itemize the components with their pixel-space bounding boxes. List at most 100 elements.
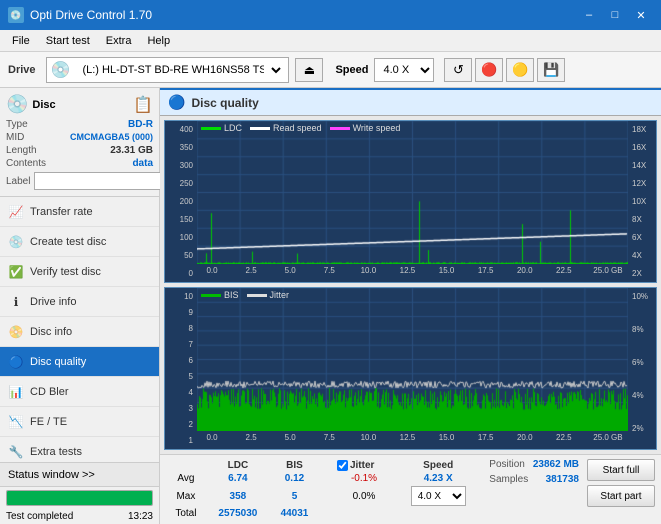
jitter-legend-label: Jitter (270, 290, 290, 300)
disc-type-row: Type BD-R (6, 119, 153, 130)
disc-length-label: Length (6, 145, 37, 156)
readspeed-legend-label: Read speed (273, 123, 322, 133)
disc-copy-icon[interactable]: 📋 (133, 95, 153, 115)
total-label: Total (166, 507, 206, 520)
disc-mid-label: MID (6, 132, 24, 143)
bottom-stats: LDC BIS Jitter Speed (160, 454, 661, 524)
ldc-chart: 400 350 300 250 200 150 100 50 0 LDC (164, 120, 657, 283)
action-btn-1[interactable]: 🔴 (475, 58, 503, 82)
sidebar-item-cd-bler[interactable]: 📊 CD Bler (0, 377, 159, 407)
max-ldc: 358 (206, 485, 270, 507)
start-full-button[interactable]: Start full (587, 459, 655, 481)
disc-type-value: BD-R (128, 119, 153, 130)
drive-action-buttons: ↺ 🔴 🟡 💾 (444, 58, 565, 82)
create-test-disc-icon: 💿 (8, 234, 24, 250)
drive-label: Drive (8, 64, 36, 76)
extra-tests-icon: 🔧 (8, 444, 24, 460)
sidebar-item-transfer-rate[interactable]: 📈 Transfer rate (0, 197, 159, 227)
avg-bis: 0.12 (270, 472, 319, 485)
sidebar-item-label: Verify test disc (30, 266, 101, 278)
col-header-empty (166, 459, 206, 472)
max-bis: 5 (270, 485, 319, 507)
chart2-canvas (197, 288, 628, 431)
disc-length-value: 23.31 GB (110, 145, 153, 156)
ldc-legend-item: LDC (201, 123, 242, 133)
chart1-main: LDC Read speed Write speed 0.0 (197, 121, 628, 282)
col-header-bis: BIS (270, 459, 319, 472)
ldc-legend-label: LDC (224, 123, 242, 133)
jitter-legend-color (247, 294, 267, 297)
disc-label-text: Label (6, 176, 30, 187)
speed-selector[interactable]: 4.0 X 2.0 X 8.0 X (374, 58, 434, 82)
writespeed-legend-item: Write speed (330, 123, 401, 133)
sidebar-item-verify-test-disc[interactable]: ✅ Verify test disc (0, 257, 159, 287)
sidebar-item-disc-quality[interactable]: 🔵 Disc quality (0, 347, 159, 377)
menu-extra[interactable]: Extra (98, 33, 140, 49)
sidebar-item-label: Transfer rate (30, 206, 93, 218)
menubar: File Start test Extra Help (0, 30, 661, 52)
disc-panel-header: 💿 Disc 📋 (6, 94, 153, 115)
action-btn-2[interactable]: 🟡 (506, 58, 534, 82)
menu-help[interactable]: Help (139, 33, 178, 49)
sidebar-item-label: Disc info (30, 326, 72, 338)
bis-chart: 10 9 8 7 6 5 4 3 2 1 BIS (164, 287, 657, 450)
cd-bler-icon: 📊 (8, 384, 24, 400)
disc-quality-title: Disc quality (191, 96, 258, 110)
save-button[interactable]: 💾 (537, 58, 565, 82)
close-button[interactable]: ✕ (629, 5, 653, 25)
charts-area: 400 350 300 250 200 150 100 50 0 LDC (160, 116, 661, 454)
start-part-button[interactable]: Start part (587, 485, 655, 507)
disc-quality-icon: 🔵 (8, 354, 24, 370)
status-time: 13:23 (128, 511, 153, 522)
stats-avg-row: Avg 6.74 0.12 -0.1% 4.23 X (166, 472, 481, 485)
jitter-checkbox[interactable] (337, 460, 348, 471)
start-buttons: Start full Start part (587, 459, 655, 520)
status-text: Test completed (6, 511, 73, 522)
chart1-legend: LDC Read speed Write speed (201, 123, 400, 133)
status-window-label: Status window >> (8, 469, 95, 481)
maximize-button[interactable]: □ (603, 5, 627, 25)
status-window-button[interactable]: Status window >> (0, 463, 159, 487)
menu-file[interactable]: File (4, 33, 38, 49)
disc-quality-header: 🔵 Disc quality (160, 88, 661, 116)
stats-data-table: LDC BIS Jitter Speed (166, 459, 481, 520)
sidebar-item-label: Create test disc (30, 236, 106, 248)
chart2-y-labels-right: 10% 8% 6% 4% 2% (628, 288, 656, 449)
disc-quality-header-icon: 🔵 (168, 94, 185, 111)
chart2-y-labels-left: 10 9 8 7 6 5 4 3 2 1 (165, 288, 197, 449)
titlebar-buttons: – □ ✕ (577, 5, 653, 25)
sidebar-item-label: Extra tests (30, 446, 82, 458)
speed-select[interactable]: 4.0 X 2.0 X 8.0 X (411, 486, 466, 506)
stats-total-row: Total 2575030 44031 (166, 507, 481, 520)
refresh-button[interactable]: ↺ (444, 58, 472, 82)
verify-test-disc-icon: ✅ (8, 264, 24, 280)
disc-type-label: Type (6, 119, 28, 130)
sidebar-item-label: Disc quality (30, 356, 86, 368)
disc-label-input[interactable] (34, 172, 172, 190)
sidebar-item-create-test-disc[interactable]: 💿 Create test disc (0, 227, 159, 257)
disc-contents-label: Contents (6, 158, 46, 169)
readspeed-legend-item: Read speed (250, 123, 322, 133)
fe-te-icon: 📉 (8, 414, 24, 430)
disc-mid-row: MID CMCMAGBA5 (000) (6, 132, 153, 143)
sidebar-item-label: CD Bler (30, 386, 69, 398)
position-row: Position 23862 MB (489, 459, 579, 470)
sidebar-item-drive-info[interactable]: ℹ Drive info (0, 287, 159, 317)
stats-table: LDC BIS Jitter Speed (166, 459, 481, 520)
sidebar-item-disc-info[interactable]: 📀 Disc info (0, 317, 159, 347)
col-header-ldc: LDC (206, 459, 270, 472)
minimize-button[interactable]: – (577, 5, 601, 25)
position-label: Position (489, 459, 525, 470)
bis-legend-color (201, 294, 221, 297)
drive-selector[interactable]: (L:) HL-DT-ST BD-RE WH16NS58 TST4 (74, 58, 284, 82)
drivebar: Drive 💿 (L:) HL-DT-ST BD-RE WH16NS58 TST… (0, 52, 661, 88)
writespeed-legend-label: Write speed (353, 123, 401, 133)
eject-button[interactable]: ⏏ (295, 58, 323, 82)
sidebar: 💿 Disc 📋 Type BD-R MID CMCMAGBA5 (000) L… (0, 88, 160, 524)
sidebar-item-extra-tests[interactable]: 🔧 Extra tests (0, 437, 159, 462)
disc-info-panel: 💿 Disc 📋 Type BD-R MID CMCMAGBA5 (000) L… (0, 88, 159, 197)
chart2-legend: BIS Jitter (201, 290, 289, 300)
menu-start-test[interactable]: Start test (38, 33, 98, 49)
disc-length-row: Length 23.31 GB (6, 145, 153, 156)
sidebar-item-fe-te[interactable]: 📉 FE / TE (0, 407, 159, 437)
